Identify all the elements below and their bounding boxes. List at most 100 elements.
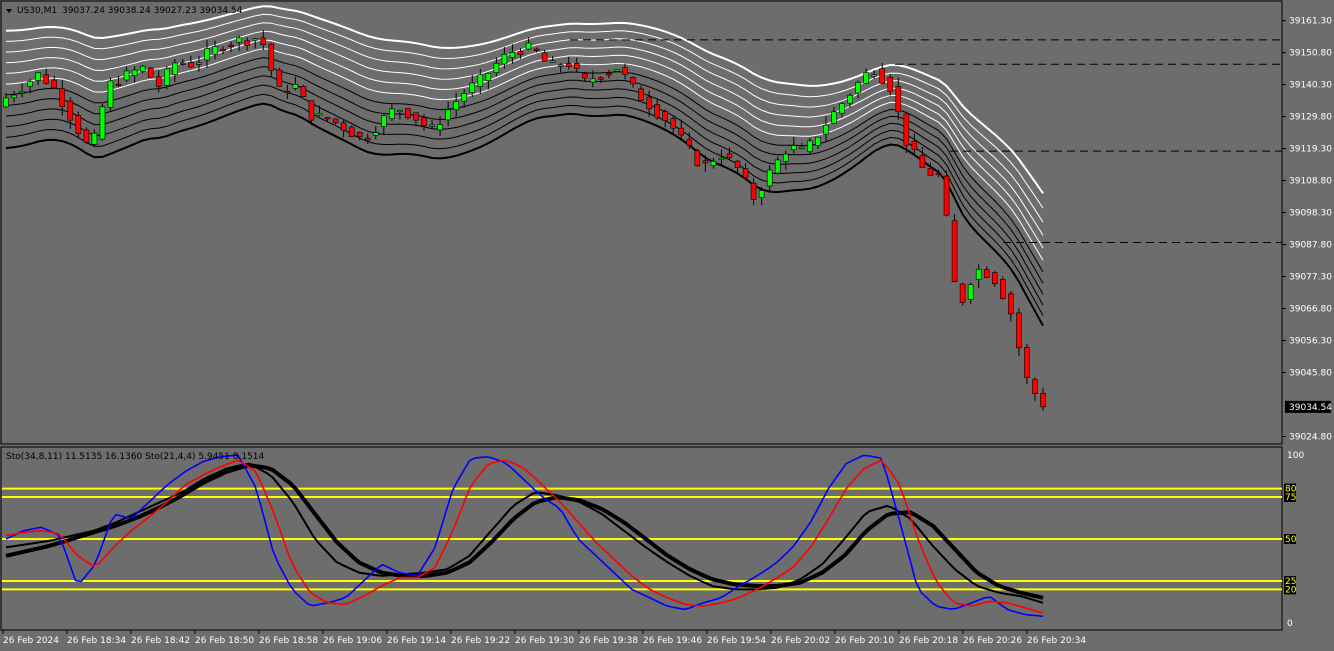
bear-candle <box>300 85 307 97</box>
bull-candle <box>316 113 323 116</box>
bull-candle <box>807 140 813 152</box>
bear-candle <box>421 117 427 127</box>
bull-candle <box>782 153 789 162</box>
bear-candle <box>308 100 315 121</box>
bear-candle <box>188 62 194 68</box>
bull-candle <box>139 65 146 72</box>
bull-candle <box>839 103 845 114</box>
bear-candle <box>742 168 749 178</box>
bull-candle <box>252 38 259 41</box>
time-tick-label: 26 Feb 2024 <box>3 636 59 646</box>
bull-candle <box>107 80 114 108</box>
bull-candle <box>509 51 516 58</box>
bear-candle <box>903 113 910 146</box>
bear-candle <box>268 43 275 71</box>
time-tick-label: 26 Feb 18:42 <box>131 636 190 646</box>
bear-candle <box>573 63 580 69</box>
bull-candle <box>172 62 178 75</box>
bear-candle <box>1000 279 1006 299</box>
bull-candle <box>196 62 202 65</box>
bull-candle <box>437 124 443 131</box>
bull-candle <box>445 109 451 121</box>
bull-candle <box>831 111 837 124</box>
bull-candle <box>461 93 468 102</box>
bear-candle <box>726 153 733 158</box>
bear-candle <box>324 117 331 120</box>
bear-candle <box>1016 312 1022 349</box>
bull-candle <box>212 46 218 55</box>
bear-candle <box>1032 379 1038 394</box>
price-tick-label: 39045.80 <box>1289 369 1332 379</box>
price-tick-label: 39119.30 <box>1289 145 1332 155</box>
bear-candle <box>911 140 918 150</box>
bull-candle <box>823 124 829 135</box>
time-tick-label: 26 Feb 19:54 <box>707 636 766 646</box>
bear-candle <box>67 100 74 121</box>
bear-candle <box>606 73 612 76</box>
current-price-label: 39034.54 <box>1289 403 1332 413</box>
bear-candle <box>895 86 902 113</box>
bear-candle <box>943 175 950 216</box>
bull-candle <box>799 146 805 149</box>
bear-candle <box>115 83 122 87</box>
bull-candle <box>397 109 403 112</box>
bear-candle <box>654 104 660 118</box>
bear-candle <box>59 88 66 107</box>
bull-candle <box>790 145 797 151</box>
bear-candle <box>356 131 363 137</box>
bear-candle <box>638 88 644 101</box>
price-tick-label: 39108.80 <box>1289 177 1332 187</box>
bear-candle <box>630 77 636 85</box>
bear-candle <box>284 90 291 94</box>
price-tick-label: 39056.30 <box>1289 337 1332 347</box>
bear-candle <box>75 115 82 135</box>
bull-candle <box>35 72 41 81</box>
time-tick-label: 26 Feb 20:26 <box>963 636 1022 646</box>
stoch-level-label: 75 <box>1285 493 1296 503</box>
time-tick-label: 26 Feb 19:14 <box>387 636 446 646</box>
ohlc-readout: 39037.24 39038.24 39027.23 39034.54 <box>62 6 243 16</box>
time-tick-label: 26 Feb 19:30 <box>515 636 574 646</box>
bear-candle <box>935 172 942 175</box>
bull-candle <box>614 69 620 72</box>
bull-candle <box>429 124 435 127</box>
time-axis: 26 Feb 2024 26 Feb 18:34 26 Feb 18:42 26 Fe… <box>2 630 1086 646</box>
bull-candle <box>967 284 974 300</box>
bear-candle <box>991 272 998 285</box>
bull-candle <box>131 69 138 76</box>
bull-candle <box>758 190 765 198</box>
bear-candle <box>646 96 652 110</box>
bull-candle <box>525 42 532 50</box>
bull-candle <box>501 53 508 65</box>
bear-candle <box>919 155 926 168</box>
time-tick-label: 26 Feb 18:34 <box>67 636 126 646</box>
stoch-tick-label: 100 <box>1287 451 1304 461</box>
time-tick-label: 26 Feb 19:22 <box>451 636 510 646</box>
bear-candle <box>879 68 886 84</box>
time-tick-label: 26 Feb 19:38 <box>579 636 638 646</box>
bear-candle <box>678 127 685 136</box>
bear-candle <box>622 67 628 75</box>
bull-candle <box>19 91 25 94</box>
bear-candle <box>332 118 339 124</box>
time-tick-label: 26 Feb 20:02 <box>771 636 830 646</box>
bear-candle <box>405 108 411 119</box>
bull-candle <box>590 78 596 83</box>
bear-candle <box>662 111 668 121</box>
bear-candle <box>927 168 934 176</box>
bull-candle <box>863 72 869 84</box>
bear-candle <box>734 160 741 169</box>
bear-candle <box>533 48 540 52</box>
price-axis: 39161.30 39150.80 39140.30 39129.80 39119.30… <box>1282 17 1332 443</box>
bull-candle <box>469 82 476 93</box>
price-tick-label: 39098.30 <box>1289 209 1332 219</box>
bull-candle <box>27 81 33 87</box>
bear-candle <box>51 79 58 89</box>
stoch-tick-label: 0 <box>1287 619 1293 629</box>
bear-candle <box>887 76 894 92</box>
bull-candle <box>453 101 459 111</box>
bear-candle <box>694 150 701 167</box>
time-tick-label: 26 Feb 18:58 <box>259 636 318 646</box>
price-tick-label: 39087.80 <box>1289 241 1332 251</box>
bear-candle <box>598 77 604 80</box>
